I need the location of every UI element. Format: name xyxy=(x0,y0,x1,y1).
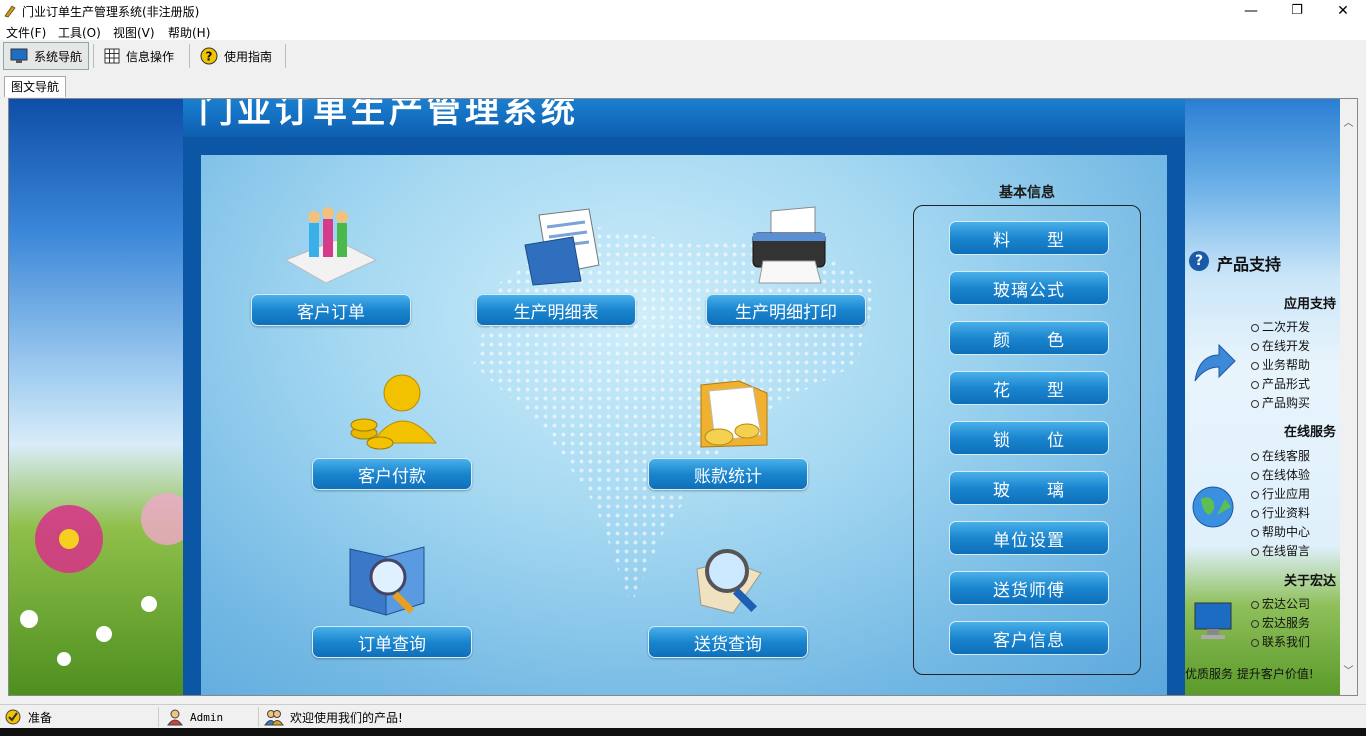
system-header: 门业订单生产管理系统 xyxy=(183,99,1185,137)
flower-illustration xyxy=(20,493,193,666)
status-user-text: Admin xyxy=(190,710,224,724)
support-link[interactable]: 在线留言 xyxy=(1251,542,1310,559)
account-folder-icon xyxy=(700,380,768,448)
user-guide-label: 使用指南 xyxy=(224,49,273,64)
toolbar-divider xyxy=(189,44,190,68)
basic-info-title: 基本信息 xyxy=(999,185,1055,201)
menu-view[interactable]: 视图(V) xyxy=(113,24,155,41)
user-coins-icon xyxy=(350,374,438,450)
customer-order-button[interactable]: 客户订单 xyxy=(251,294,411,326)
support-link[interactable]: 在线客服 xyxy=(1251,447,1310,464)
support-link[interactable]: 行业应用 xyxy=(1251,485,1310,502)
status-ready: 准备 xyxy=(4,708,52,726)
basic-info-panel: 基本信息 料 型 玻璃公式 颜 色 花 型 锁 位 玻 璃 单位设置 送货师傅 … xyxy=(913,185,1141,675)
support-slogan: 优质服务 提升客户价值! xyxy=(1185,667,1314,681)
vertical-scrollbar[interactable]: ︿ ﹀ xyxy=(1340,99,1357,695)
delivery-staff-button[interactable]: 送货师傅 xyxy=(949,571,1109,605)
support-section-heading: 关于宏达 xyxy=(1283,574,1336,589)
support-link[interactable]: 联系我们 xyxy=(1251,633,1310,650)
status-user: Admin xyxy=(166,708,223,726)
user-icon xyxy=(167,709,183,726)
tab-graphic-nav[interactable]: 图文导航 xyxy=(4,76,67,97)
taskbar xyxy=(0,728,1366,736)
menu-file[interactable]: 文件(F) xyxy=(6,24,46,41)
customer-info-button[interactable]: 客户信息 xyxy=(949,621,1109,655)
support-link[interactable]: 行业资料 xyxy=(1251,504,1310,521)
document-folder-icon xyxy=(524,208,600,286)
scroll-down-icon[interactable]: ﹀ xyxy=(1340,663,1357,680)
status-welcome-text: 欢迎使用我们的产品! xyxy=(290,710,403,725)
unit-settings-button[interactable]: 单位设置 xyxy=(949,521,1109,555)
help-icon: ? xyxy=(200,47,218,65)
minimize-button[interactable]: — xyxy=(1228,0,1274,22)
user-guide-button[interactable]: ? 使用指南 xyxy=(194,42,282,70)
content-area: 门业订单生产管理系统 客户订单 生产明细表 生产明细打印 客户付款 账款统计 订… xyxy=(8,98,1358,696)
left-landscape-image xyxy=(9,99,193,695)
book-magnifier-icon xyxy=(349,546,425,616)
customer-payment-button[interactable]: 客户付款 xyxy=(312,458,472,490)
material-type-button[interactable]: 料 型 xyxy=(949,221,1109,255)
window-title: 门业订单生产管理系统(非注册版) xyxy=(22,5,200,19)
tab-row: 图文导航 xyxy=(0,74,1366,97)
support-link[interactable]: 在线开发 xyxy=(1251,337,1310,354)
question-icon: ? xyxy=(1189,251,1209,271)
support-section-heading: 在线服务 xyxy=(1283,425,1336,440)
app-icon xyxy=(4,5,16,18)
arrow-icon xyxy=(1194,343,1236,382)
monitor-icon xyxy=(10,48,28,63)
toolbar-divider xyxy=(93,44,94,68)
production-print-button[interactable]: 生产明细打印 xyxy=(706,294,866,326)
grid-icon xyxy=(104,48,120,64)
computer-icon xyxy=(1194,602,1232,639)
people-chart-icon xyxy=(284,207,378,284)
support-link[interactable]: 产品购买 xyxy=(1251,394,1310,411)
scroll-up-icon[interactable]: ︿ xyxy=(1340,115,1357,132)
info-operation-button[interactable]: 信息操作 xyxy=(98,42,186,70)
system-nav-label: 系统导航 xyxy=(34,49,83,64)
support-link[interactable]: 宏达公司 xyxy=(1251,595,1310,612)
ready-status-icon xyxy=(5,709,21,725)
maximize-button[interactable]: ❐ xyxy=(1274,0,1320,22)
menu-bar: 文件(F) 工具(O) 视图(V) 帮助(H) xyxy=(0,22,1366,40)
support-link[interactable]: 二次开发 xyxy=(1251,318,1310,335)
support-link[interactable]: 产品形式 xyxy=(1251,375,1310,392)
menu-help[interactable]: 帮助(H) xyxy=(168,24,210,41)
glass-button[interactable]: 玻 璃 xyxy=(949,471,1109,505)
globe-icon xyxy=(1192,486,1234,528)
info-operation-label: 信息操作 xyxy=(126,49,175,64)
svg-text:?: ? xyxy=(206,50,213,64)
close-button[interactable]: ✕ xyxy=(1320,0,1366,22)
delivery-query-button[interactable]: 送货查询 xyxy=(648,626,808,658)
status-bar: 准备 Admin 欢迎使用我们的产品! xyxy=(0,704,1366,729)
support-link[interactable]: 业务帮助 xyxy=(1251,356,1310,373)
account-stats-button[interactable]: 账款统计 xyxy=(648,458,808,490)
glass-formula-button[interactable]: 玻璃公式 xyxy=(949,271,1109,305)
support-link[interactable]: 宏达服务 xyxy=(1251,614,1310,631)
navigation-board: 客户订单 生产明细表 生产明细打印 客户付款 账款统计 订单查询 送货查询 基本… xyxy=(201,155,1167,695)
toolbar: 系统导航 信息操作 ? 使用指南 xyxy=(0,40,1366,72)
pattern-button[interactable]: 花 型 xyxy=(949,371,1109,405)
printer-icon xyxy=(752,206,826,284)
menu-tools[interactable]: 工具(O) xyxy=(58,24,101,41)
system-title: 门业订单生产管理系统 xyxy=(199,98,579,131)
status-welcome: 欢迎使用我们的产品! xyxy=(264,708,403,726)
main-panel: 门业订单生产管理系统 客户订单 生产明细表 生产明细打印 客户付款 账款统计 订… xyxy=(183,99,1185,695)
status-divider xyxy=(258,707,259,727)
product-support-panel: ? 产品支持 应用支持 二次开发 在线开发 业务帮助 产品形式 产品购买 在线服… xyxy=(1185,99,1340,695)
order-query-button[interactable]: 订单查询 xyxy=(312,626,472,658)
status-divider xyxy=(158,707,159,727)
support-section-heading: 应用支持 xyxy=(1283,297,1336,312)
production-detail-button[interactable]: 生产明细表 xyxy=(476,294,636,326)
map-magnifier-icon xyxy=(696,549,762,614)
system-nav-button[interactable]: 系统导航 xyxy=(3,42,89,70)
support-link[interactable]: 帮助中心 xyxy=(1251,523,1310,540)
status-ready-text: 准备 xyxy=(28,710,53,725)
users-icon xyxy=(264,710,284,726)
support-link[interactable]: 在线体验 xyxy=(1251,466,1310,483)
color-button[interactable]: 颜 色 xyxy=(949,321,1109,355)
title-bar: 门业订单生产管理系统(非注册版) — ❐ ✕ xyxy=(0,0,1366,22)
support-title: 产品支持 xyxy=(1217,255,1282,274)
toolbar-divider xyxy=(285,44,286,68)
lock-position-button[interactable]: 锁 位 xyxy=(949,421,1109,455)
